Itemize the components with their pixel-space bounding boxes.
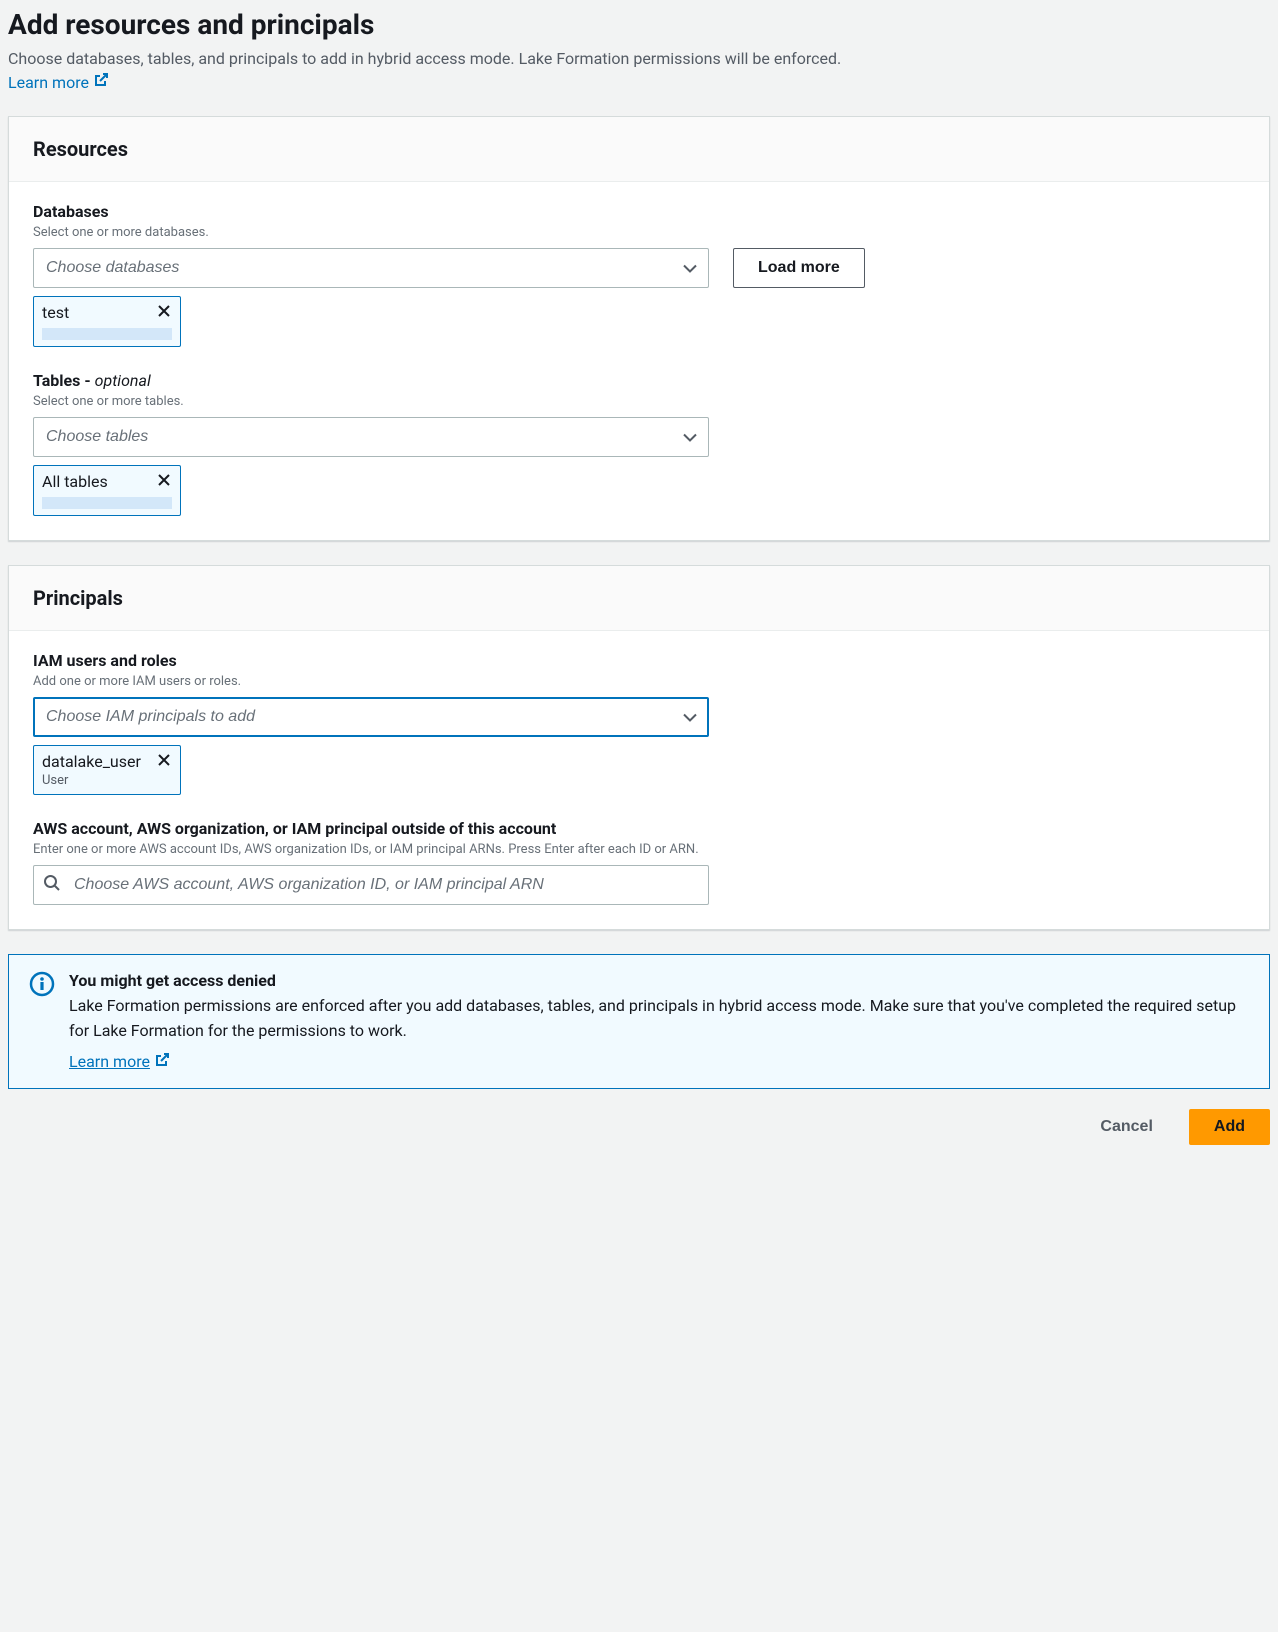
learn-more-text: Learn more [8,73,89,92]
databases-label: Databases [33,202,1245,221]
external-link-icon [154,1052,170,1072]
learn-more-link[interactable]: Learn more [8,72,109,92]
database-token-label: test [42,303,69,322]
database-token: test [33,296,181,347]
iam-token: datalake_user User [33,745,181,795]
footer-actions: Cancel Add [8,1109,1270,1153]
token-bar [42,497,172,509]
remove-table-button[interactable] [156,472,172,491]
tables-select[interactable]: Choose tables [33,417,709,457]
principals-panel: Principals IAM users and roles Add one o… [8,565,1270,930]
search-icon [43,874,61,896]
close-icon [156,472,172,491]
token-bar [42,328,172,340]
close-icon [156,752,172,771]
external-label: AWS account, AWS organization, or IAM pr… [33,819,1245,838]
info-icon [29,971,55,1072]
iam-select[interactable]: Choose IAM principals to add [33,697,709,737]
load-more-button[interactable]: Load more [733,248,865,288]
databases-placeholder: Choose databases [46,259,179,277]
iam-select-trigger[interactable]: Choose IAM principals to add [33,697,709,737]
resources-panel-header: Resources [9,117,1269,182]
alert-title: You might get access denied [69,971,1249,990]
iam-label: IAM users and roles [33,651,1245,670]
tables-label: Tables - optional [33,371,1245,390]
alert-text: Lake Formation permissions are enforced … [69,994,1249,1044]
external-field: AWS account, AWS organization, or IAM pr… [33,819,1245,905]
info-alert: You might get access denied Lake Formati… [8,954,1270,1089]
optional-label: optional [95,371,151,390]
tables-field: Tables - optional Select one or more tab… [33,371,1245,516]
iam-token-label: datalake_user [42,752,141,771]
principals-panel-header: Principals [9,566,1269,631]
iam-token-sublabel: User [42,773,172,788]
iam-field: IAM users and roles Add one or more IAM … [33,651,1245,795]
resources-panel-title: Resources [33,137,1245,161]
tables-select-trigger[interactable]: Choose tables [33,417,709,457]
external-link-icon [93,72,109,92]
external-description: Enter one or more AWS account IDs, AWS o… [33,842,1245,857]
databases-select-trigger[interactable]: Choose databases [33,248,709,288]
resources-panel: Resources Databases Select one or more d… [8,116,1270,541]
cancel-button[interactable]: Cancel [1080,1109,1172,1145]
principals-panel-title: Principals [33,586,1245,610]
databases-select[interactable]: Choose databases [33,248,709,288]
databases-field: Databases Select one or more databases. … [33,202,1245,347]
table-token: All tables [33,465,181,516]
iam-description: Add one or more IAM users or roles. [33,674,1245,689]
external-input[interactable] [33,865,709,905]
page-description: Choose databases, tables, and principals… [8,49,1270,68]
close-icon [156,303,172,322]
tables-placeholder: Choose tables [46,428,148,446]
table-token-label: All tables [42,472,108,491]
alert-learn-more-text: Learn more [69,1052,150,1071]
databases-description: Select one or more databases. [33,225,1245,240]
add-button[interactable]: Add [1189,1109,1270,1145]
remove-database-button[interactable] [156,303,172,322]
alert-learn-more-link[interactable]: Learn more [69,1052,170,1072]
tables-description: Select one or more tables. [33,394,1245,409]
iam-placeholder: Choose IAM principals to add [46,708,255,726]
page-title: Add resources and principals [8,8,1270,41]
remove-iam-button[interactable] [156,752,172,771]
